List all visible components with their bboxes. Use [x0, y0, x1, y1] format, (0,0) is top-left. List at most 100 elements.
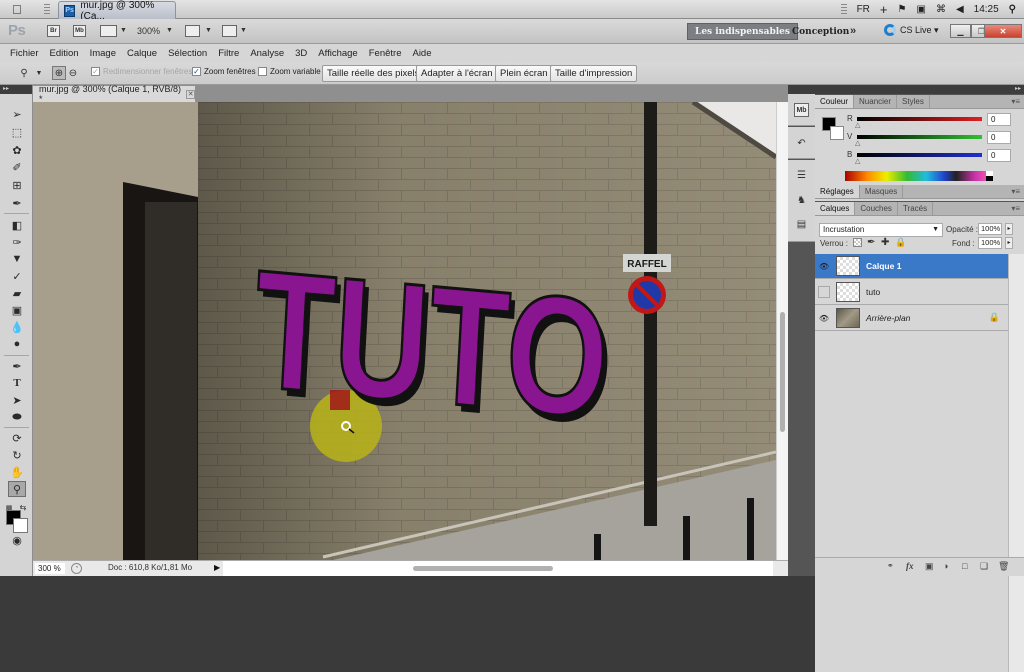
layer-row[interactable]: 👁 Calque 1: [815, 254, 1008, 279]
delete-layer-icon[interactable]: 🗑: [998, 561, 1009, 572]
menu-3d[interactable]: 3D: [295, 48, 307, 59]
extras-icon[interactable]: [100, 25, 117, 37]
tab-styles[interactable]: Styles: [897, 95, 930, 108]
healing-brush-tool-icon[interactable]: ◧: [8, 217, 26, 233]
plus-icon[interactable]: +: [880, 2, 888, 17]
print-size-button[interactable]: Taille d'impression: [550, 65, 638, 82]
tab-reglages[interactable]: Réglages: [815, 185, 860, 198]
menu-fichier[interactable]: Fichier: [10, 48, 39, 59]
menu-selection[interactable]: Sélection: [168, 48, 207, 59]
green-slider-track[interactable]: [857, 135, 982, 139]
menu-image[interactable]: Image: [90, 48, 116, 59]
new-layer-icon[interactable]: ❏: [980, 561, 988, 572]
dodge-tool-icon[interactable]: ●: [8, 336, 26, 352]
scrubby-zoom-checkbox[interactable]: [258, 67, 267, 76]
crop-tool-icon[interactable]: ⊞: [8, 177, 26, 193]
volume-icon[interactable]: ◀: [956, 4, 964, 15]
eyedropper-tool-icon[interactable]: ✒: [8, 195, 26, 211]
history-brush-tool-icon[interactable]: ✓: [8, 268, 26, 284]
fill-field[interactable]: 100%: [978, 237, 1002, 249]
taskbar-app-tab[interactable]: Ps mur.jpg @ 300% (Ca...: [58, 0, 176, 22]
search-icon[interactable]: ⚲: [1009, 4, 1016, 15]
visibility-toggle-empty[interactable]: [818, 286, 830, 298]
wifi-icon[interactable]: ⌘: [936, 4, 946, 15]
document-tab[interactable]: mur.jpg @ 300% (Calque 1, RVB/8) * ✕: [33, 84, 195, 104]
mini-bridge-icon[interactable]: Mb: [73, 25, 86, 37]
slider-knob-icon[interactable]: △: [855, 139, 860, 147]
menu-fenetre[interactable]: Fenêtre: [369, 48, 402, 59]
red-slider[interactable]: R △ 0: [847, 113, 1022, 129]
collapse-icon[interactable]: ▸▸: [0, 85, 32, 94]
clone-source-icon[interactable]: ♞: [794, 193, 809, 207]
status-zoom-field[interactable]: 300 %: [35, 563, 65, 574]
fit-screen-button[interactable]: Adapter à l'écran: [416, 65, 498, 82]
quick-mask-icon[interactable]: ◉: [8, 532, 26, 548]
menu-calque[interactable]: Calque: [127, 48, 157, 59]
battery-icon[interactable]: ▣: [916, 4, 925, 15]
tab-traces[interactable]: Tracés: [898, 202, 934, 215]
chevron-down-icon[interactable]: ▼: [120, 27, 127, 34]
lasso-tool-icon[interactable]: ✿: [8, 142, 26, 158]
blue-value-field[interactable]: 0: [987, 149, 1011, 162]
lock-pixels-icon[interactable]: ✒: [867, 237, 875, 248]
layer-row[interactable]: 👁 Arrière-plan 🔒: [815, 306, 1008, 331]
actions-icon[interactable]: ☰: [794, 168, 809, 182]
add-mask-icon[interactable]: ▣: [925, 561, 934, 572]
tab-couches[interactable]: Couches: [855, 202, 898, 215]
tab-calques[interactable]: Calques: [815, 202, 856, 215]
resize-windows-checkbox[interactable]: ✓: [91, 67, 100, 76]
red-slider-track[interactable]: [857, 117, 982, 121]
green-slider[interactable]: V △ 0: [847, 131, 1022, 147]
tab-couleur[interactable]: Couleur: [815, 95, 855, 108]
menu-analyse[interactable]: Analyse: [250, 48, 284, 59]
menu-aide[interactable]: Aide: [412, 48, 431, 59]
panel-menu-icon[interactable]: ▾≡: [1011, 95, 1024, 108]
shape-tool-icon[interactable]: ⬬: [8, 409, 26, 425]
fx-icon[interactable]: fx: [906, 561, 914, 571]
close-icon[interactable]: ✕: [186, 89, 195, 99]
history-icon[interactable]: ↶: [794, 136, 809, 150]
menu-filtre[interactable]: Filtre: [218, 48, 239, 59]
color-spectrum-ramp[interactable]: [845, 171, 993, 181]
status-menu-arrow-icon[interactable]: ▶: [214, 563, 220, 572]
minimize-button[interactable]: ▁: [950, 24, 971, 38]
collapse-icon[interactable]: ▸▸: [815, 85, 1024, 94]
tool-presets-icon[interactable]: ▤: [794, 217, 809, 231]
zoom-in-icon[interactable]: ⊕: [52, 66, 66, 80]
chevron-down-icon[interactable]: ▼: [32, 66, 46, 80]
lock-position-icon[interactable]: ✚: [881, 237, 889, 248]
workspace-essentials-button[interactable]: Les indispensables: [687, 23, 798, 40]
bridge-icon[interactable]: Br: [47, 25, 60, 37]
document-canvas[interactable]: RAFFEL TUTO TUTO: [33, 102, 776, 560]
green-value-field[interactable]: 0: [987, 131, 1011, 144]
screen-mode-icon[interactable]: [222, 25, 237, 37]
3d-rotate-tool-icon[interactable]: ⟳: [8, 430, 26, 446]
opacity-field[interactable]: 100%: [978, 223, 1002, 235]
fill-slider-arrow-icon[interactable]: ▸: [1005, 237, 1013, 249]
opacity-slider-arrow-icon[interactable]: ▸: [1005, 223, 1013, 235]
slider-knob-icon[interactable]: △: [855, 157, 860, 165]
chevron-down-icon[interactable]: ▼: [166, 27, 173, 34]
arrange-documents-icon[interactable]: [185, 25, 200, 37]
black-white-ramp[interactable]: [986, 171, 993, 181]
resize-windows-option[interactable]: ✓ Redimensionner fenêtres: [91, 67, 192, 76]
lock-all-icon[interactable]: 🔒: [895, 237, 906, 248]
visibility-eye-icon[interactable]: 👁: [818, 312, 830, 324]
path-selection-tool-icon[interactable]: ➤: [8, 392, 26, 408]
eraser-tool-icon[interactable]: ▰: [8, 285, 26, 301]
blue-slider-track[interactable]: [857, 153, 982, 157]
3d-orbit-tool-icon[interactable]: ↻: [8, 447, 26, 463]
lock-transparency-icon[interactable]: [853, 238, 862, 247]
zoom-level-select[interactable]: 300%: [137, 26, 160, 36]
apple-menu-icon[interactable]: : [12, 2, 22, 17]
cs-live-button[interactable]: CS Live ▾: [884, 24, 939, 36]
blur-tool-icon[interactable]: 💧: [8, 319, 26, 335]
pen-tool-icon[interactable]: ✒: [8, 358, 26, 374]
flag-icon[interactable]: ⚑: [898, 4, 907, 15]
fill-screen-button[interactable]: Plein écran: [495, 65, 553, 82]
more-workspaces-icon[interactable]: »: [850, 25, 856, 37]
actual-pixels-button[interactable]: Taille réelle des pixels: [322, 65, 425, 82]
vertical-scrollbar[interactable]: [776, 102, 788, 560]
horizontal-scrollbar[interactable]: [223, 561, 773, 576]
background-color-swatch[interactable]: [13, 518, 28, 533]
